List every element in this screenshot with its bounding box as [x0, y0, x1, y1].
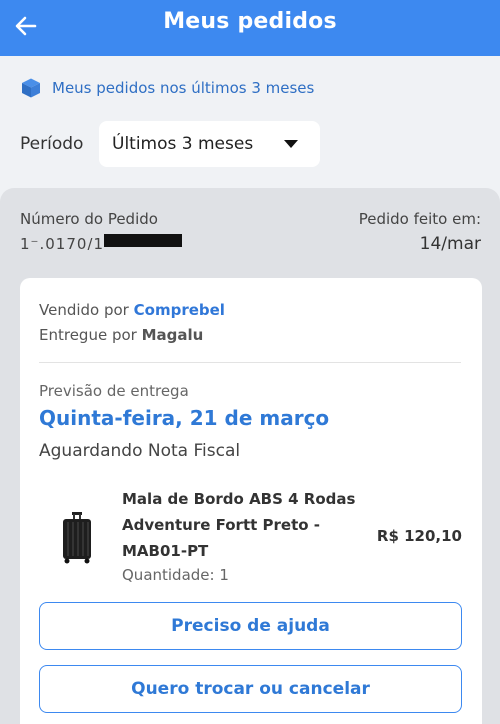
order-status: Aguardando Nota Fiscal — [39, 441, 241, 461]
order-date: 14/mar — [419, 234, 481, 254]
order-number-value: 1⁻.0170/1 — [20, 235, 104, 250]
period-label: Período — [20, 134, 84, 154]
carrier-name: Magalu — [141, 326, 204, 344]
product-price: R$ 120,10 — [376, 527, 462, 545]
app-header: Meus pedidos — [0, 0, 500, 56]
suitcase-icon[interactable] — [60, 512, 94, 564]
forecast-date: Quinta-feira, 21 de março — [39, 406, 330, 430]
help-button[interactable]: Preciso de ajuda — [39, 602, 462, 650]
notice-text: Meus pedidos nos últimos 3 meses — [52, 79, 315, 97]
exchange-cancel-button[interactable]: Quero trocar ou cancelar — [39, 665, 462, 713]
box-icon — [22, 78, 40, 98]
delivered-by-label: Entregue por — [39, 326, 137, 344]
period-selected-value: Últimos 3 meses — [112, 134, 254, 154]
product-name[interactable]: Mala de Bordo ABS 4 Rodas Adventure Fort… — [122, 486, 362, 564]
order-date-label: Pedido feito em: — [358, 210, 481, 228]
order-number-label: Número do Pedido — [20, 210, 158, 228]
caret-down-icon — [284, 140, 298, 148]
order-number: 1⁻.0170/1 — [20, 234, 190, 250]
sold-by-line: Vendido por Comprebel — [39, 301, 225, 319]
seller-link[interactable]: Comprebel — [134, 301, 225, 319]
page-title: Meus pedidos — [163, 9, 337, 34]
sold-by-label: Vendido por — [39, 301, 129, 319]
forecast-label: Previsão de entrega — [39, 382, 189, 400]
delivered-by-line: Entregue por Magalu — [39, 326, 203, 344]
redaction-bar — [104, 234, 182, 247]
period-select[interactable]: Últimos 3 meses — [99, 121, 320, 167]
divider — [39, 362, 461, 363]
orders-period-notice: Meus pedidos nos últimos 3 meses — [20, 76, 314, 100]
product-quantity: Quantidade: 1 — [122, 566, 229, 584]
